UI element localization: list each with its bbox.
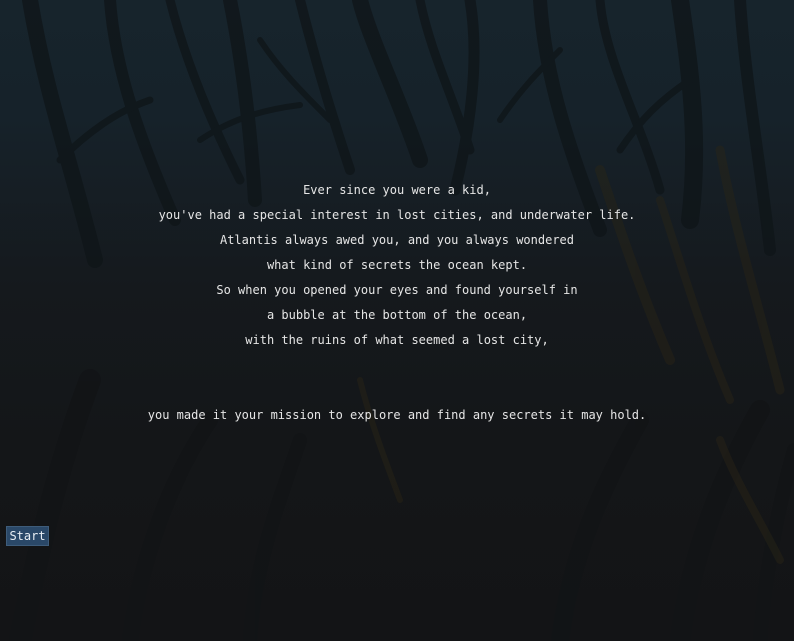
story-line-9 [0,378,794,403]
story-line-2: you've had a special interest in lost ci… [158,208,636,222]
story-line-1: Ever since you were a kid, [303,183,491,197]
story-line-10: you made it your mission to explore and … [147,408,647,422]
intro-story-text: Ever since you were a kid, you've had a … [0,178,794,428]
story-line-6: a bubble at the bottom of the ocean, [266,308,528,322]
story-line-4: what kind of secrets the ocean kept. [266,258,528,272]
game-scene: Ever since you were a kid, you've had a … [0,0,794,641]
start-button[interactable]: Start [6,526,49,546]
story-line-8 [0,353,794,378]
story-line-5: So when you opened your eyes and found y… [216,283,578,297]
story-line-3: Atlantis always awed you, and you always… [219,233,574,247]
story-line-7: with the ruins of what seemed a lost cit… [245,333,549,347]
